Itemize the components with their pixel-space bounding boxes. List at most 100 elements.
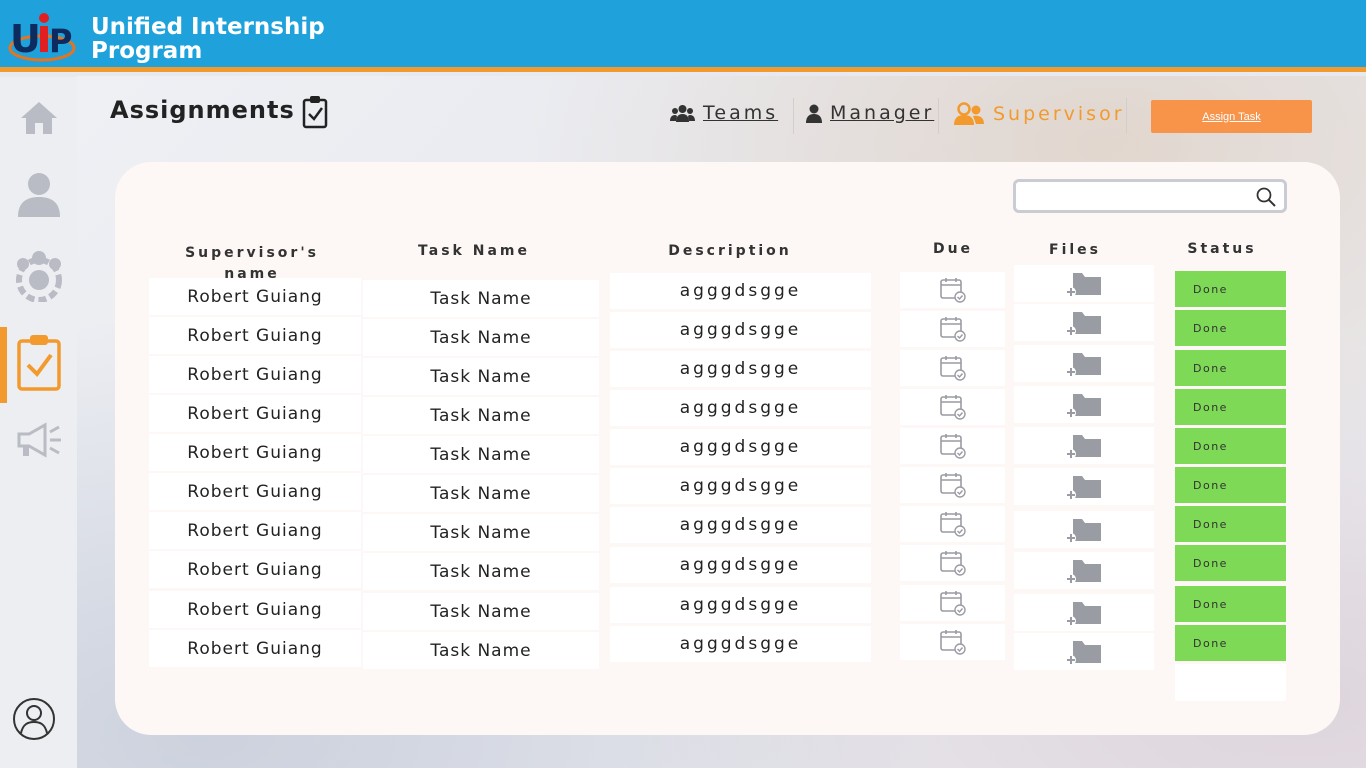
task-name-cell: Task Name [363,397,599,434]
status-column-footer [1175,664,1286,701]
svg-text:P: P [49,22,72,60]
task-name-cell: Task Name [363,319,599,356]
due-cell[interactable] [900,311,1005,347]
col-header-status: Status [1187,241,1257,257]
task-name-cell: Task Name [363,358,599,395]
sidebar-item-assignments[interactable] [0,332,77,392]
status-badge[interactable]: Done [1175,310,1286,346]
search-box[interactable] [1013,179,1287,213]
supervisor-name-cell: Robert Guiang [149,591,361,628]
supervisor-name-cell: Robert Guiang [149,630,361,667]
user-icon [806,104,822,123]
description-cell: agggdsgge [610,626,871,662]
search-input[interactable] [1020,184,1248,208]
calendar-check-icon [939,317,966,342]
files-cell[interactable] [1014,468,1154,505]
due-cell[interactable] [900,428,1005,464]
sidebar-item-home[interactable] [0,97,77,139]
home-icon [20,102,57,134]
description-cell: agggdsgge [610,312,871,348]
clipboard-check-icon [302,96,328,129]
supervisor-name-cell: Robert Guiang [149,356,361,393]
tab-divider [938,98,939,134]
files-cell[interactable] [1014,552,1154,589]
calendar-check-icon [939,473,966,498]
due-cell[interactable] [900,350,1005,386]
due-cell[interactable] [900,389,1005,425]
due-cell[interactable] [900,272,1005,308]
description-cell: agggdsgge [610,351,871,387]
calendar-check-icon [939,591,966,616]
sidebar-item-profile[interactable] [0,169,77,219]
status-badge[interactable]: Done [1175,506,1286,542]
description-cell: agggdsgge [610,429,871,465]
folder-add-icon [1066,518,1101,543]
sidebar-account[interactable] [0,697,72,741]
description-cell: agggdsgge [610,507,871,543]
task-name-cell: Task Name [363,475,599,512]
files-cell[interactable] [1014,386,1154,423]
due-cell[interactable] [900,585,1005,621]
files-cell[interactable] [1014,304,1154,341]
folder-add-icon [1066,640,1101,665]
description-cell: agggdsgge [610,468,871,504]
clipboard-check-icon [16,335,61,391]
calendar-check-icon [939,278,966,303]
folder-add-icon [1066,559,1101,584]
supervisor-name-cell: Robert Guiang [149,512,361,549]
task-name-cell: Task Name [363,280,599,317]
status-badge[interactable]: Done [1175,428,1286,464]
tab-teams[interactable]: Teams [670,102,778,124]
supervisor-name-cell: Robert Guiang [149,317,361,354]
due-cell[interactable] [900,545,1005,581]
files-cell[interactable] [1014,427,1154,464]
tab-supervisor[interactable]: Supervisor [953,102,1125,126]
supervisor-name-cell: Robert Guiang [149,434,361,471]
supervisor-name-cell: Robert Guiang [149,473,361,510]
folder-add-icon [1066,352,1101,377]
status-badge[interactable]: Done [1175,545,1286,581]
calendar-check-icon [939,356,966,381]
col-header-files: Files [1049,242,1101,258]
task-name-cell: Task Name [363,436,599,473]
files-cell[interactable] [1014,511,1154,548]
calendar-check-icon [939,434,966,459]
due-cell[interactable] [900,506,1005,542]
due-cell[interactable] [900,467,1005,503]
folder-add-icon [1066,434,1101,459]
status-badge[interactable]: Done [1175,271,1286,307]
calendar-check-icon [939,512,966,537]
task-name-cell: Task Name [363,514,599,551]
sidebar-item-teams[interactable] [0,247,77,303]
supervisor-name-cell: Robert Guiang [149,278,361,315]
files-cell[interactable] [1014,633,1154,670]
status-badge[interactable]: Done [1175,467,1286,503]
folder-add-icon [1066,601,1101,626]
tab-manager[interactable]: Manager [806,102,934,124]
status-badge[interactable]: Done [1175,625,1286,661]
team-gear-icon [15,251,62,302]
uip-logo: U P [8,13,76,62]
top-header: U P Unified Internship Program [0,0,1366,72]
due-cell[interactable] [900,624,1005,660]
megaphone-icon [17,422,61,458]
files-cell[interactable] [1014,265,1154,302]
sidebar-item-announcements[interactable] [0,422,77,458]
files-cell[interactable] [1014,594,1154,631]
status-badge[interactable]: Done [1175,389,1286,425]
user-icon [17,173,60,217]
search-icon[interactable] [1256,187,1276,207]
folder-add-icon [1066,475,1101,500]
task-name-cell: Task Name [363,553,599,590]
tab-divider [793,98,794,134]
task-name-cell: Task Name [363,593,599,630]
status-badge[interactable]: Done [1175,350,1286,386]
user-group-icon [954,102,984,125]
assign-task-button[interactable]: Assign Task [1151,100,1312,133]
calendar-check-icon [939,551,966,576]
files-cell[interactable] [1014,345,1154,382]
users-icon [670,105,695,122]
status-badge[interactable]: Done [1175,586,1286,622]
supervisor-name-cell: Robert Guiang [149,551,361,588]
description-cell: agggdsgge [610,587,871,623]
